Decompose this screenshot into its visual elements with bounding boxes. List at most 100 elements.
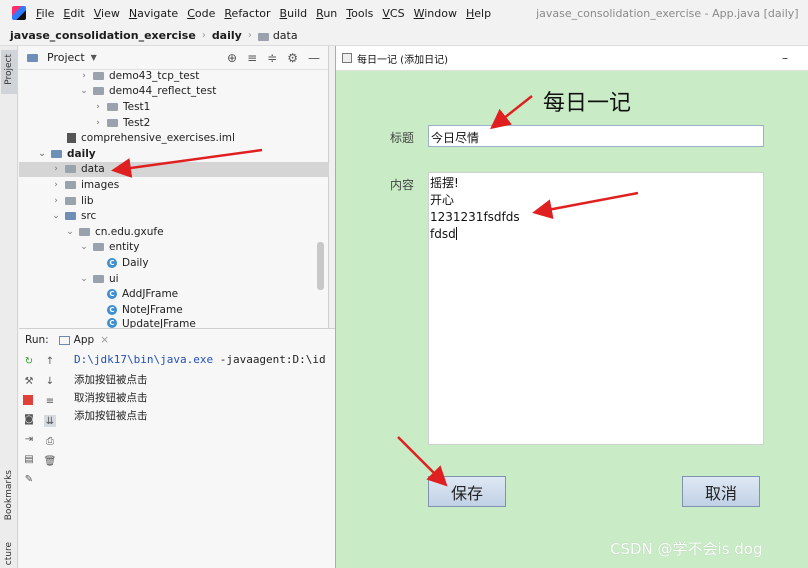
camera-icon[interactable]: ◙ (23, 413, 35, 425)
chevron-right-icon[interactable]: › (51, 180, 61, 190)
chevron-down-icon[interactable]: ⌄ (79, 86, 89, 96)
menu-run[interactable]: Run (316, 7, 337, 20)
intellij-logo-icon (12, 6, 26, 20)
rerun-icon[interactable]: ↻ (23, 355, 35, 367)
arrow-up-icon[interactable]: ↑ (44, 355, 56, 367)
bookmarks-tool-label[interactable]: Bookmarks (4, 470, 14, 520)
breadcrumb-folder[interactable]: data (273, 29, 298, 42)
collapse-all-icon[interactable]: ≑ (267, 51, 277, 65)
dialog-title: 每日一记 (添加日记) (357, 54, 448, 66)
print-icon[interactable]: ⎙ (44, 435, 56, 447)
content-line: 1231231fsdfds (430, 210, 520, 224)
dropdown-arrow-icon[interactable]: ▼ (91, 53, 97, 62)
wrench-icon[interactable]: ⚒ (23, 375, 35, 387)
menu-window[interactable]: Window (414, 7, 457, 20)
menu-tools[interactable]: Tools (346, 7, 373, 20)
tree-item-lib[interactable]: › lib (19, 193, 329, 209)
tree-item-test1[interactable]: › Test1 (19, 99, 329, 115)
content-label: 内容 (390, 178, 415, 192)
tree-item-daily[interactable]: ⌄ daily (19, 146, 329, 162)
menu-code[interactable]: Code (187, 7, 215, 20)
chevron-right-icon[interactable]: › (51, 196, 61, 206)
menu-file[interactable]: File (36, 7, 54, 20)
soft-wrap-icon[interactable]: ≡ (44, 395, 56, 407)
chevron-down-icon[interactable]: ⌄ (79, 242, 89, 252)
menu-view[interactable]: View (94, 7, 120, 20)
locate-icon[interactable]: ⊕ (227, 51, 237, 65)
tree-item-daily-class[interactable]: C Daily (19, 255, 329, 271)
structure-tool-label[interactable]: cture (4, 542, 14, 565)
layout-icon[interactable]: ▤ (23, 453, 35, 465)
project-view-icon (27, 53, 38, 62)
exit-icon[interactable]: ⇥ (23, 433, 35, 445)
menu-refactor[interactable]: Refactor (224, 7, 270, 20)
hide-icon[interactable]: — (308, 51, 320, 65)
breadcrumb-project[interactable]: javase_consolidation_exercise (10, 29, 196, 42)
console-output-line: 添加按钮被点击 (74, 374, 148, 386)
breadcrumb-module[interactable]: daily (212, 29, 242, 42)
trash-icon[interactable]: 🗑 (44, 455, 57, 467)
expand-all-icon[interactable]: ≡ (247, 51, 257, 65)
tree-item-entity[interactable]: ⌄ entity (19, 240, 329, 256)
tree-item-src[interactable]: ⌄ src (19, 208, 329, 224)
tree-item-images[interactable]: › images (19, 177, 329, 193)
gear-icon[interactable]: ⚙ (287, 51, 298, 65)
chevron-right-icon[interactable]: › (51, 164, 61, 174)
run-label: Run: (25, 334, 49, 346)
cancel-button[interactable]: 取消 (682, 476, 760, 507)
folder-icon (65, 180, 76, 189)
chevron-down-icon[interactable]: ⌄ (79, 274, 89, 284)
run-toolbar-right: ↑ ↓ ≡ ⇊ ⎙ 🗑 (44, 355, 60, 475)
stop-icon[interactable] (23, 395, 33, 405)
package-icon (79, 227, 90, 236)
chevron-right-icon[interactable]: › (93, 118, 103, 128)
chevron-right-icon[interactable]: › (93, 102, 103, 112)
tree-item-notejframe[interactable]: C NoteJFrame (19, 302, 329, 318)
content-textarea[interactable]: 摇摆! 开心 1231231fsdfds fdsd (428, 172, 764, 445)
close-icon[interactable]: × (100, 334, 109, 346)
arrow-down-icon[interactable]: ↓ (44, 375, 56, 387)
project-tool-label: Project (4, 54, 14, 85)
pin-icon[interactable]: ✎ (23, 473, 35, 485)
scroll-to-end-icon[interactable]: ⇊ (44, 415, 56, 427)
project-tool-button[interactable]: Project (1, 50, 17, 94)
folder-icon (107, 118, 118, 127)
tree-item-demo44[interactable]: ⌄ demo44_reflect_test (19, 84, 329, 100)
save-button[interactable]: 保存 (428, 476, 506, 507)
ide-window: File Edit View Navigate Code Refactor Bu… (0, 0, 808, 568)
menu-help[interactable]: Help (466, 7, 491, 20)
tree-item-updatejframe[interactable]: C UpdateJFrame (19, 317, 329, 328)
menu-navigate[interactable]: Navigate (129, 7, 178, 20)
project-panel: Project ▼ ⊕ ≡ ≑ ⚙ — › demo43_tcp_test ⌄ de… (19, 46, 329, 328)
window-title: javase_consolidation_exercise - App.java… (536, 6, 799, 20)
tree-scrollbar[interactable] (317, 242, 324, 290)
tree-item-demo43[interactable]: › demo43_tcp_test (19, 68, 329, 84)
source-folder-icon (65, 212, 76, 221)
console-command-line: D:\jdk17\bin\java.exe -javaagent:D:\id (74, 353, 326, 366)
breadcrumb: javase_consolidation_exercise › daily › … (0, 26, 808, 46)
chevron-right-icon: › (247, 30, 252, 41)
folder-icon (93, 87, 104, 96)
console-output-line: 添加按钮被点击 (74, 410, 148, 422)
menu-vcs[interactable]: VCS (382, 7, 404, 20)
tree-item-addjframe[interactable]: C AddJFrame (19, 286, 329, 302)
chevron-down-icon[interactable]: ⌄ (51, 211, 61, 221)
project-panel-title[interactable]: Project (47, 51, 85, 64)
folder-icon (257, 32, 269, 41)
run-tab-app[interactable]: App × (58, 334, 109, 346)
chevron-right-icon[interactable]: › (79, 71, 89, 81)
menu-edit[interactable]: Edit (63, 7, 84, 20)
menu-build[interactable]: Build (280, 7, 308, 20)
tree-item-test2[interactable]: › Test2 (19, 115, 329, 131)
package-icon (93, 274, 104, 283)
tree-item-package[interactable]: ⌄ cn.edu.gxufe (19, 224, 329, 240)
tree-item-ui[interactable]: ⌄ ui (19, 271, 329, 287)
chevron-down-icon[interactable]: ⌄ (37, 149, 47, 159)
content-line: 开心 (430, 193, 455, 207)
title-input[interactable]: 今日尽情 (428, 125, 764, 147)
class-icon: C (107, 257, 117, 268)
chevron-down-icon[interactable]: ⌄ (65, 227, 75, 237)
tree-item-iml[interactable]: comprehensive_exercises.iml (19, 130, 329, 146)
minimize-button[interactable]: – (782, 51, 788, 65)
tree-item-data[interactable]: › data (19, 161, 329, 178)
